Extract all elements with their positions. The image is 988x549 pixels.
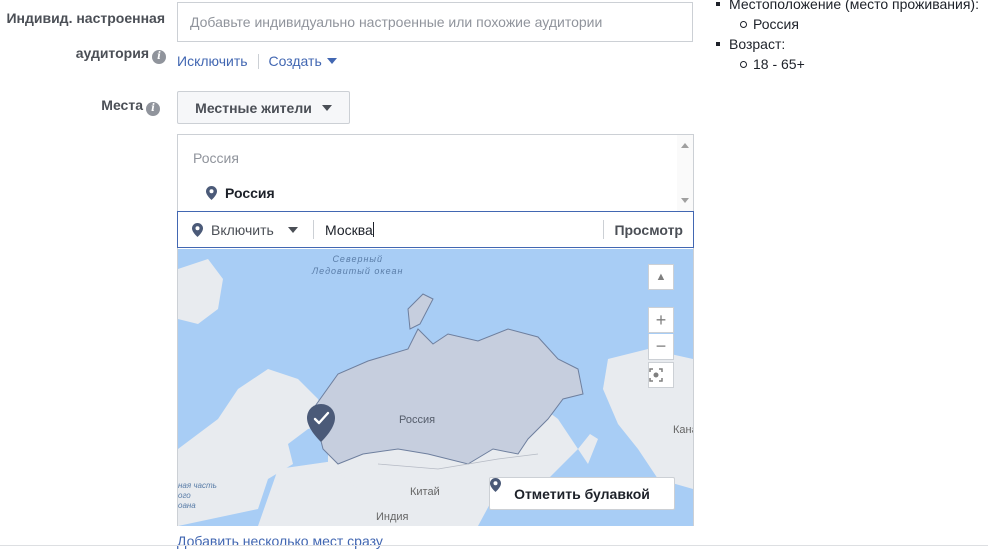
summary-age-value: 18 - 65+	[716, 54, 979, 74]
location-pin-icon	[192, 222, 203, 237]
map-edge-label-line3: оана	[178, 501, 196, 510]
selected-locations-list: Россия Россия	[178, 135, 693, 211]
include-dropdown[interactable]: Включить	[178, 212, 313, 247]
selected-location-label: Россия	[225, 185, 275, 201]
drop-pin-button[interactable]: Отметить булавкой	[489, 477, 675, 510]
exclude-link[interactable]: Исключить	[177, 53, 248, 69]
plus-icon: +	[655, 310, 667, 330]
info-icon[interactable]: i	[152, 50, 166, 64]
places-label: Места	[101, 97, 143, 113]
info-icon[interactable]: i	[146, 102, 160, 116]
custom-audience-label: Индивид. настроенная аудитория i	[0, 8, 166, 64]
divider	[0, 545, 988, 546]
caret-down-icon	[321, 104, 332, 111]
novaya-zemlya-island	[407, 293, 434, 330]
fit-bounds-icon	[649, 368, 663, 382]
collapse-map-button[interactable]: ▲	[648, 264, 674, 290]
country-label-russia: Россия	[399, 414, 436, 426]
include-dropdown-label: Включить	[211, 221, 274, 238]
add-multiple-locations-link[interactable]: Добавить несколько мест сразу	[177, 533, 383, 549]
ocean-label: Северный Ледовитый океан	[312, 253, 404, 277]
location-pin-icon	[490, 478, 501, 492]
divider	[257, 53, 259, 69]
ocean-label-line1: Северный	[332, 254, 384, 264]
location-type-label: Местные жители	[195, 99, 312, 116]
location-group-header: Россия	[193, 150, 239, 166]
caret-down-icon	[326, 58, 337, 64]
country-label-india: Индия	[376, 511, 409, 523]
summary-age-row: Возраст:	[716, 34, 979, 54]
create-dropdown[interactable]: Создать	[269, 53, 337, 69]
places-label-row: Места i	[0, 97, 160, 116]
custom-audience-input[interactable]: Добавьте индивидуально настроенные или п…	[177, 2, 693, 42]
summary-location-value: Россия	[716, 14, 979, 34]
create-link: Создать	[268, 53, 322, 69]
preview-button[interactable]: Просмотр	[604, 222, 693, 238]
location-search-value: Москва	[325, 221, 373, 238]
map[interactable]: Северный Ледовитый океан Россия Китай Ин…	[178, 249, 693, 526]
caret-down-icon	[287, 226, 298, 233]
audience-summary: Местоположение (место проживания): Росси…	[716, 0, 979, 74]
custom-audience-actions: Исключить Создать	[177, 53, 337, 69]
minus-icon: −	[655, 336, 667, 356]
zoom-in-button[interactable]: +	[648, 307, 674, 333]
scroll-up-arrow-icon[interactable]	[681, 143, 689, 148]
fit-bounds-button[interactable]	[648, 362, 674, 388]
custom-audience-placeholder: Добавьте индивидуально настроенные или п…	[190, 14, 603, 30]
text-cursor	[372, 222, 374, 237]
chevron-up-icon: ▲	[655, 271, 667, 283]
location-pin-icon	[206, 186, 217, 200]
location-panel: Россия Россия Включить Москва Просмотр С…	[177, 134, 694, 526]
custom-audience-label-line2: аудитория	[75, 45, 149, 61]
summary-location-row: Местоположение (место проживания):	[716, 0, 979, 14]
location-type-dropdown[interactable]: Местные жители	[177, 91, 350, 124]
map-edge-label: ная часть ого оана	[178, 481, 217, 511]
ocean-label-line2: Ледовитый океан	[312, 266, 404, 276]
drop-pin-label: Отметить булавкой	[514, 485, 650, 502]
country-label-canada: Кана	[673, 424, 693, 436]
map-edge-label-line1: ная часть	[178, 481, 217, 490]
map-edge-label-line2: ого	[178, 491, 191, 500]
zoom-out-button[interactable]: −	[648, 334, 674, 360]
country-label-china: Китай	[410, 486, 440, 498]
location-search-row: Включить Москва Просмотр	[177, 211, 694, 248]
custom-audience-label-line1: Индивид. настроенная	[6, 10, 165, 26]
japan-land	[578, 434, 598, 464]
selected-location-item[interactable]: Россия	[206, 185, 275, 201]
scroll-down-arrow-icon[interactable]	[681, 198, 689, 203]
location-search-input[interactable]: Москва	[314, 215, 603, 245]
scrollbar[interactable]	[677, 135, 693, 211]
greenland-land	[178, 259, 223, 324]
